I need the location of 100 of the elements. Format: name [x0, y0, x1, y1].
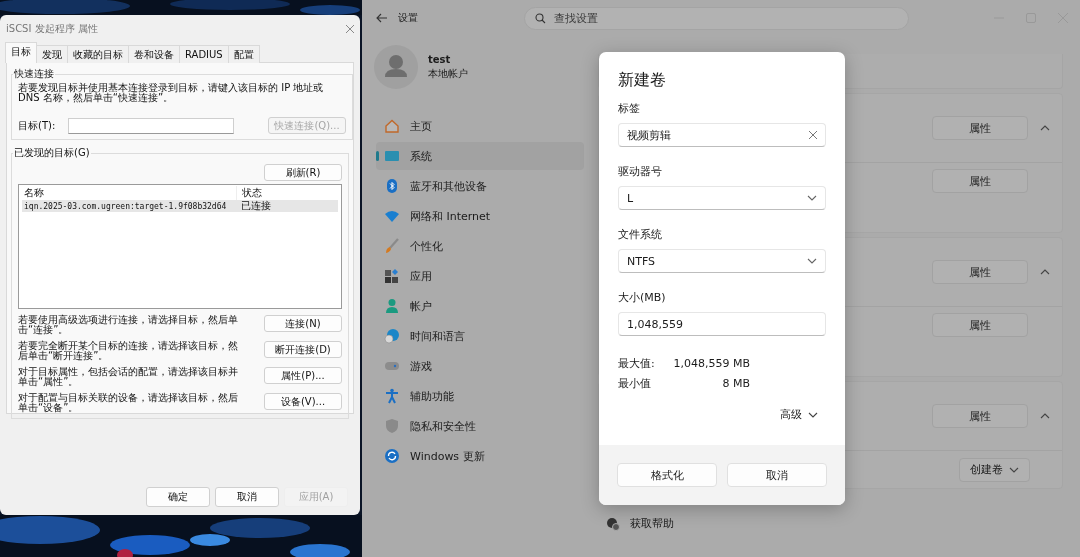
accessibility-icon [384, 388, 400, 404]
nav-item[interactable]: 蓝牙和其他设备 [376, 172, 584, 200]
dialog-button[interactable]: 取消 [215, 487, 279, 507]
tab[interactable]: 卷和设备 [128, 45, 180, 63]
target-name: iqn.2025-03.com.ugreen:target-1.9f08b32d64 [23, 201, 228, 211]
properties-button[interactable]: 属性 [932, 116, 1028, 140]
close-icon[interactable] [346, 24, 354, 33]
nav-item[interactable]: 应用 [376, 262, 584, 290]
text-box[interactable]: 1,048,559 [618, 312, 826, 336]
nav-label: 隐私和安全性 [410, 418, 476, 434]
input-field[interactable]: 视频剪辑 [627, 128, 777, 142]
limit-value: 1,048,559 MB [672, 356, 750, 370]
group-heading: 快速连接 [13, 67, 55, 81]
action-button[interactable]: 断开连接(D) [264, 341, 342, 358]
help-link[interactable]: 获取帮助 [630, 516, 674, 531]
apps-icon [384, 268, 400, 284]
target-row[interactable]: iqn.2025-03.com.ugreen:target-1.9f08b32d64 已连接 [22, 200, 338, 212]
nav-label: 系统 [410, 148, 432, 164]
instruction-text: 若要使用高级选项进行连接，请选择目标，然后单击“连接”。 [18, 315, 239, 335]
nav-item[interactable]: 个性化 [376, 232, 584, 260]
dialog-button[interactable]: 确定 [146, 487, 210, 507]
sync-icon [384, 448, 400, 464]
tab[interactable]: RADIUS [179, 45, 229, 63]
bluetooth-icon [384, 178, 400, 194]
help-icon [606, 516, 620, 531]
globe-clock-icon [384, 328, 400, 344]
nav-item[interactable]: 时间和语言 [376, 322, 584, 350]
group-heading: 已发现的目标(G) [13, 146, 91, 160]
nav-item[interactable]: 帐户 [376, 292, 584, 320]
nav-item[interactable]: 辅助功能 [376, 382, 584, 410]
nav-label: 个性化 [410, 238, 443, 254]
home-icon [384, 118, 400, 134]
target-input-field[interactable] [68, 117, 234, 134]
target-status: 已连接 [240, 199, 271, 213]
nav-label: 游戏 [410, 358, 432, 374]
instruction-text: 若要完全断开某个目标的连接，请选择该目标，然后单击“断开连接”。 [18, 341, 239, 361]
dropdown[interactable]: L [618, 186, 826, 210]
avatar-icon [374, 45, 418, 89]
search-field[interactable]: 查找设置 [554, 12, 854, 24]
nav-item[interactable]: 隐私和安全性 [376, 412, 584, 440]
instruction-text: 若要发现目标并使用基本连接登录到目标，请键入该目标的 IP 地址或 DNS 名称，然后单击“快速连接”。 [18, 83, 325, 103]
nav-item[interactable]: 主页 [376, 112, 584, 140]
refresh-button[interactable]: 刷新(R) [264, 164, 342, 181]
chevron-down-icon [807, 258, 817, 264]
tab[interactable]: 发现 [36, 45, 68, 63]
dialog-button[interactable]: 取消 [727, 463, 827, 487]
search-icon [535, 12, 546, 24]
properties-button[interactable]: 属性 [932, 404, 1028, 428]
user-name: test [428, 53, 452, 65]
nav-label: 辅助功能 [410, 388, 454, 404]
tab[interactable]: 目标 [5, 42, 37, 63]
search-box[interactable]: 查找设置 [524, 6, 909, 30]
field-label: 驱动器号 [618, 164, 663, 179]
nav-label: 主页 [410, 118, 432, 134]
column-header[interactable]: 名称 [19, 185, 237, 200]
column-header[interactable]: 状态 [237, 185, 262, 200]
chevron-down-icon [808, 411, 818, 418]
nav-label: 网络和 Internet [410, 208, 491, 224]
back-arrow-icon[interactable] [376, 13, 388, 23]
properties-button[interactable]: 属性 [932, 313, 1028, 337]
limit-label: 最大值: [618, 355, 656, 371]
text-box[interactable]: 视频剪辑 [618, 123, 826, 147]
nav-label: 帐户 [410, 298, 432, 314]
nav-item[interactable]: 系统 [376, 142, 584, 170]
advanced-toggle[interactable]: 高级 [780, 407, 818, 422]
action-button[interactable]: 属性(P)... [264, 367, 342, 384]
limit-label: 最小值 [618, 375, 652, 391]
action-button[interactable]: 设备(V)... [264, 393, 342, 410]
nav-item[interactable]: 网络和 Internet [376, 202, 584, 230]
dialog-button[interactable]: 格式化 [617, 463, 717, 487]
instruction-text: 对于目标属性，包括会话的配置，请选择该目标并单击“属性”。 [18, 367, 239, 387]
input-field[interactable]: 1,048,559 [627, 317, 777, 331]
nav-label: 时间和语言 [410, 328, 465, 344]
shield-icon [384, 418, 400, 434]
window-title: 设置 [398, 11, 419, 25]
account-type: 本地帐户 [428, 66, 468, 81]
clear-icon[interactable] [809, 131, 817, 139]
properties-button[interactable]: 属性 [932, 260, 1028, 284]
nav-item[interactable]: 游戏 [376, 352, 584, 380]
action-button[interactable]: 连接(N) [264, 315, 342, 332]
monitor-icon [384, 148, 400, 164]
nav-label: Windows 更新 [410, 448, 485, 464]
nav-item[interactable]: Windows 更新 [376, 442, 584, 470]
collapse-chevron-icon [1040, 125, 1050, 131]
nav-label: 蓝牙和其他设备 [410, 178, 487, 194]
dropdown[interactable]: NTFS [618, 249, 826, 273]
field-label: 标签 [618, 101, 641, 116]
collapse-chevron-icon [1040, 413, 1050, 419]
target-label: 目标(T): [18, 118, 57, 133]
brush-icon [384, 238, 400, 254]
person-icon [384, 298, 400, 314]
dialog-title: 新建卷 [618, 70, 667, 91]
instruction-text: 对于配置与目标关联的设备，请选择该目标，然后单击“设备”。 [18, 393, 239, 413]
window-title: iSCSI 发起程序 属性 [6, 21, 98, 36]
chevron-down-icon [807, 195, 817, 201]
create-volume-button[interactable]: 创建卷 [959, 457, 1030, 482]
field-label: 文件系统 [618, 227, 663, 242]
properties-button[interactable]: 属性 [932, 169, 1028, 193]
tab[interactable]: 收藏的目标 [67, 45, 129, 63]
tab[interactable]: 配置 [227, 45, 260, 63]
